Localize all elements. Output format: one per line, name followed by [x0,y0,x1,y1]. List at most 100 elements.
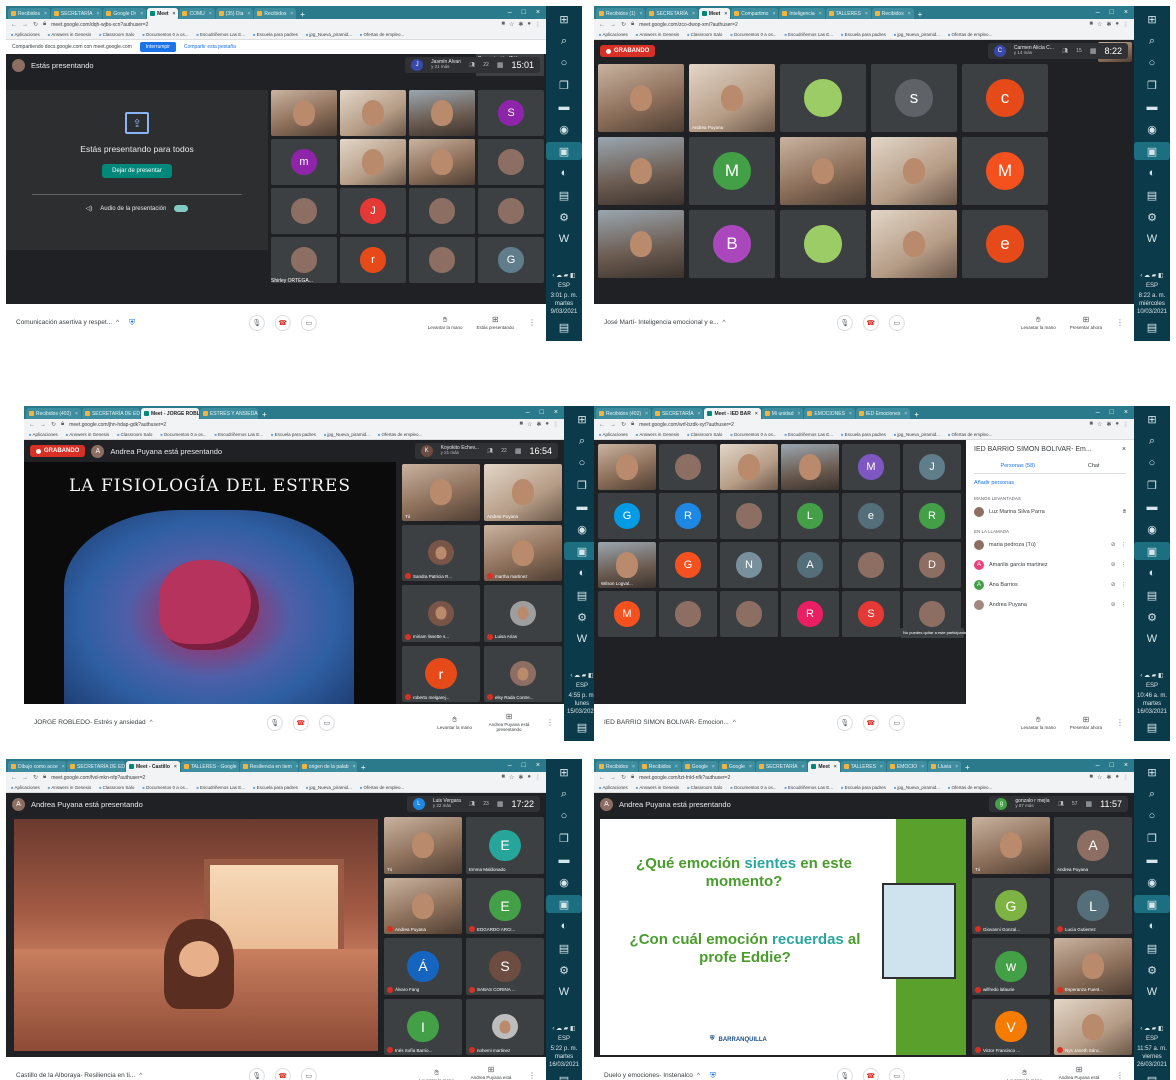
more-options-icon[interactable]: ⋮ [1121,602,1127,608]
more-options-icon[interactable]: ⋮ [1116,318,1124,327]
participant-video[interactable]: martha martinez [484,524,562,581]
close-tab-icon[interactable]: × [174,764,177,770]
reload-icon[interactable]: ↻ [33,774,38,781]
chevron-up-icon[interactable]: ^ [116,319,119,326]
word-icon[interactable]: W [572,630,592,648]
browser-tab[interactable]: TALLERES - Google× [180,761,239,772]
bookmark-item[interactable]: Answers in Genesis [636,785,679,790]
participant-tile[interactable]: r roberto melgarej... [402,645,480,702]
edge-icon[interactable]: ◐ [554,164,574,182]
word-icon[interactable]: W [554,230,574,248]
minimize-icon[interactable]: – [1096,9,1100,16]
chrome-icon[interactable]: ◉ [572,520,592,538]
more-options-icon[interactable]: ⋮ [1121,562,1127,568]
participant-video[interactable] [598,64,684,132]
browser-tab[interactable]: COMU × [179,8,215,19]
close-tab-icon[interactable]: × [44,11,47,17]
participant-tile[interactable]: E Emma Maldonado [466,817,544,874]
meeting-name[interactable]: Castillo de la Alboraya- Resiliencia en … [16,1072,135,1079]
participant-row[interactable]: A Amarilis garcia martinez ⊘ ⋮ [974,560,1126,570]
bookmark-item[interactable]: Documentos 0 a os... [142,785,189,790]
participant-tile[interactable] [478,139,544,185]
browser-tab[interactable]: Recibidos (402) × [26,408,81,419]
camera-icon[interactable]: ■ [1089,21,1093,28]
menu-icon[interactable]: ⋮ [535,774,541,781]
circle-icon[interactable]: ○ [1142,454,1162,472]
edge-icon[interactable]: ◐ [1142,564,1162,582]
chrome-icon[interactable]: ◉ [554,873,574,891]
chevron-up-icon[interactable]: ^ [723,319,726,326]
search-icon[interactable]: ⌕ [1142,432,1162,450]
participant-tile[interactable] [409,188,475,234]
bookmark-item[interactable]: Ofertas de empleo... [360,32,404,37]
chevron-up-icon[interactable]: ^ [697,1072,700,1079]
camera-icon[interactable]: ■ [519,421,523,428]
settings-icon[interactable]: ⚙ [1142,608,1162,626]
bookmark-item[interactable]: Classroom Salo [687,32,723,37]
back-icon[interactable]: ← [11,22,17,28]
bookmark-item[interactable]: Aplicaciones [11,785,40,790]
participant-tile[interactable] [780,210,866,278]
bookmark-item[interactable]: Documentos 0 a os... [142,32,189,37]
camera-icon[interactable]: ■ [1089,421,1093,428]
settings-icon[interactable]: ⚙ [1142,208,1162,226]
forward-icon[interactable]: → [40,422,46,428]
chat-icon[interactable]: ▦ [1086,800,1093,808]
share-this-tab-link[interactable]: Compartir esta pestaña [184,44,236,50]
chrome-icon[interactable]: ◉ [1142,120,1162,138]
reload-icon[interactable]: ↻ [621,421,626,428]
bookmark-item[interactable]: Ofertas de empleo... [948,785,992,790]
reload-icon[interactable]: ↻ [621,21,626,28]
participant-video[interactable] [271,90,337,136]
bookmark-item[interactable]: Aplicaciones [11,32,40,37]
browser-tab[interactable]: Meet - Castillo × [126,761,180,772]
url-field[interactable]: meet.google.com/dqh-wjbs-xcn?authuser=2 [51,22,496,28]
minimize-icon[interactable]: – [508,762,512,769]
meet-icon[interactable]: ▣ [546,142,582,160]
tray-clock[interactable]: 8:22 a. m. [1134,292,1170,300]
forward-icon[interactable]: → [610,422,616,428]
participant-video[interactable] [871,210,957,278]
edge-icon[interactable]: ◐ [1142,917,1162,935]
bookmark-item[interactable]: Documentos 0 a os... [730,785,777,790]
participant-tile[interactable] [409,237,475,283]
menu-icon[interactable]: ⋮ [553,421,559,428]
bookmark-item[interactable]: Answers in Genesis [66,432,109,437]
participant-tile[interactable]: I Inés Sofía Barrio... [384,998,462,1055]
bookmark-item[interactable]: Documentos 0 a os... [160,432,207,437]
minimize-icon[interactable]: – [526,409,530,416]
file-explorer-icon[interactable]: ▬ [554,851,574,869]
end-call-button[interactable]: ☎ [274,1067,291,1080]
lock-icon[interactable]: 🔒︎ [43,774,46,781]
star-icon[interactable]: ☆ [527,421,532,428]
edge-icon[interactable]: ◐ [572,564,592,582]
browser-tab[interactable]: Meet × [698,8,731,19]
close-tab-icon[interactable]: × [749,764,752,770]
close-tab-icon[interactable]: × [75,411,78,417]
stop-presenting-button[interactable]: Dejar de presentar [102,164,172,178]
participant-tile[interactable]: M [598,591,656,637]
participant-video[interactable] [340,90,406,136]
maximize-icon[interactable]: □ [522,762,526,769]
settings-icon[interactable]: ⚙ [1142,961,1162,979]
raise-hand-button[interactable]: ✋︎Levantar la mano [428,315,463,330]
end-call-button[interactable]: ☎ [862,1067,879,1080]
bookmark-item[interactable]: Escuela para padres [253,785,298,790]
browser-tab[interactable]: Lluvia × [928,761,962,772]
participant-video[interactable] [871,137,957,205]
browser-tab[interactable]: Dibujo como acce × [8,761,66,772]
lock-icon[interactable]: 🔒︎ [631,421,634,428]
meeting-name[interactable]: IED BARRIO SIMON BOLIVAR- Emocion... [604,719,729,726]
tray-clock[interactable]: 10:46 a. m. [1134,692,1170,700]
forward-icon[interactable]: → [22,775,28,781]
participant-tile[interactable]: G [598,493,656,539]
raise-hand-button[interactable]: ✋︎Levantar la mano [437,715,472,730]
participant-video[interactable]: Esperanza Fuent... [1054,938,1132,995]
participant-tile[interactable]: Sandra Patricia R... [402,524,480,581]
notifications-icon[interactable]: ▤ [554,319,574,337]
lock-icon[interactable]: 🔒︎ [43,21,46,28]
browser-tab[interactable]: TALLERES × [840,761,886,772]
bookmark-item[interactable]: Answers in Genesis [48,32,91,37]
participant-tile[interactable] [720,493,778,539]
participant-video[interactable]: Andrea Puyana [384,877,462,934]
